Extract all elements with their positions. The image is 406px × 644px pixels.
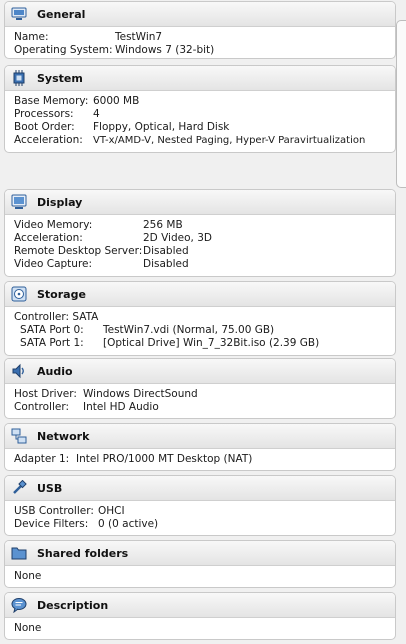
usb-header[interactable]: USB <box>5 476 395 501</box>
row-label: Video Memory: <box>14 219 93 231</box>
preview-panel-edge <box>396 20 406 188</box>
display-row: Remote Desktop Server: Disabled <box>14 245 395 258</box>
display-row: Video Capture: Disabled <box>14 258 395 271</box>
row-label: Operating System: <box>14 44 113 56</box>
shared-folders-title: Shared folders <box>37 546 129 560</box>
storage-row: SATA Port 1: [Optical Drive] Win_7_32Bit.… <box>14 337 395 350</box>
row-value: Windows 7 (32-bit) <box>115 44 215 56</box>
system-header[interactable]: System <box>5 66 395 91</box>
usb-section: USB USB Controller: OHCI Device Filters: 0… <box>4 475 396 536</box>
description-section: Description None <box>4 592 396 640</box>
audio-title: Audio <box>37 364 73 378</box>
row-value: Floppy, Optical, Hard Disk <box>93 121 230 133</box>
storage-section: Storage Controller: SATA SATA Port 0: Tes… <box>4 281 396 356</box>
network-section: Network Adapter 1: Intel PRO/1000 MT Desk… <box>4 423 396 471</box>
network-row: Adapter 1: Intel PRO/1000 MT Desktop (NAT… <box>14 453 395 466</box>
row-value: 0 (0 active) <box>98 518 159 530</box>
row-label: Acceleration: <box>14 134 83 146</box>
system-row: Processors: 4 <box>14 108 395 121</box>
shared-folders-section: Shared folders None <box>4 540 396 588</box>
storage-title: Storage <box>37 287 86 301</box>
row-label: Base Memory: <box>14 95 89 107</box>
storage-controller: Controller: SATA <box>14 311 99 323</box>
description-value: None <box>14 622 42 634</box>
row-label: Device Filters: <box>14 518 89 530</box>
row-label: Remote Desktop Server: <box>14 245 143 257</box>
row-value: 6000 MB <box>93 95 140 107</box>
general-section: General Name: TestWin7 Operating System: W… <box>4 1 396 59</box>
display-icon <box>11 194 27 210</box>
speech-bubble-icon <box>11 597 27 613</box>
row-value: TestWin7.vdi (Normal, 75.00 GB) <box>103 324 275 336</box>
row-label: Acceleration: <box>14 232 83 244</box>
monitor-icon <box>11 6 27 22</box>
row-value: TestWin7 <box>115 31 163 43</box>
row-label: Name: <box>14 31 49 43</box>
row-label: SATA Port 0: <box>20 324 84 336</box>
display-section: Display Video Memory: 256 MB Acceleration… <box>4 189 396 277</box>
speaker-icon <box>11 363 27 379</box>
audio-row: Host Driver: Windows DirectSound <box>14 388 395 401</box>
network-title: Network <box>37 429 90 443</box>
row-value: Intel PRO/1000 MT Desktop (NAT) <box>76 453 253 465</box>
row-value: VT-x/AMD-V, Nested Paging, Hyper-V Parav… <box>93 135 366 146</box>
description-title: Description <box>37 598 109 612</box>
general-row-os: Operating System: Windows 7 (32-bit) <box>14 44 395 57</box>
row-label: Adapter 1: <box>14 453 70 465</box>
audio-row: Controller: Intel HD Audio <box>14 401 395 414</box>
row-value: Disabled <box>143 245 189 257</box>
display-row: Acceleration: 2D Video, 3D <box>14 232 395 245</box>
row-label: Video Capture: <box>14 258 93 270</box>
storage-row: SATA Port 0: TestWin7.vdi (Normal, 75.00 … <box>14 324 395 337</box>
row-label: Boot Order: <box>14 121 75 133</box>
row-value: 4 <box>93 108 100 120</box>
system-row: Base Memory: 6000 MB <box>14 95 395 108</box>
display-row: Video Memory: 256 MB <box>14 219 395 232</box>
row-value: 256 MB <box>143 219 183 231</box>
row-label: Processors: <box>14 108 74 120</box>
shared-folders-header[interactable]: Shared folders <box>5 541 395 566</box>
storage-icon <box>11 286 27 302</box>
row-value: Disabled <box>143 258 189 270</box>
storage-header[interactable]: Storage <box>5 282 395 307</box>
system-row: Acceleration: VT-x/AMD-V, Nested Paging, … <box>14 134 395 147</box>
chip-icon <box>11 70 27 86</box>
row-label: Controller: <box>14 401 70 413</box>
row-value: Intel HD Audio <box>83 401 159 413</box>
row-value: OHCI <box>98 505 125 517</box>
shared-folders-value: None <box>14 570 42 582</box>
row-value: 2D Video, 3D <box>143 232 212 244</box>
system-row: Boot Order: Floppy, Optical, Hard Disk <box>14 121 395 134</box>
usb-icon <box>11 480 27 496</box>
row-label: USB Controller: <box>14 505 94 517</box>
row-value: [Optical Drive] Win_7_32Bit.iso (2.39 GB… <box>103 337 320 349</box>
audio-section: Audio Host Driver: Windows DirectSound Co… <box>4 358 396 419</box>
general-header[interactable]: General <box>5 2 395 27</box>
usb-row: Device Filters: 0 (0 active) <box>14 518 395 531</box>
display-title: Display <box>37 195 83 209</box>
network-header[interactable]: Network <box>5 424 395 449</box>
row-value: Windows DirectSound <box>83 388 198 400</box>
description-header[interactable]: Description <box>5 593 395 618</box>
network-icon <box>11 428 27 444</box>
row-label: SATA Port 1: <box>20 337 84 349</box>
audio-header[interactable]: Audio <box>5 359 395 384</box>
folder-icon <box>11 545 27 561</box>
system-title: System <box>37 71 83 85</box>
usb-row: USB Controller: OHCI <box>14 505 395 518</box>
system-section: System Base Memory: 6000 MB Processors: 4 … <box>4 65 396 153</box>
row-label: Host Driver: <box>14 388 77 400</box>
usb-title: USB <box>37 481 63 495</box>
general-title: General <box>37 7 86 21</box>
display-header[interactable]: Display <box>5 190 395 215</box>
general-row-name: Name: TestWin7 <box>14 31 395 44</box>
